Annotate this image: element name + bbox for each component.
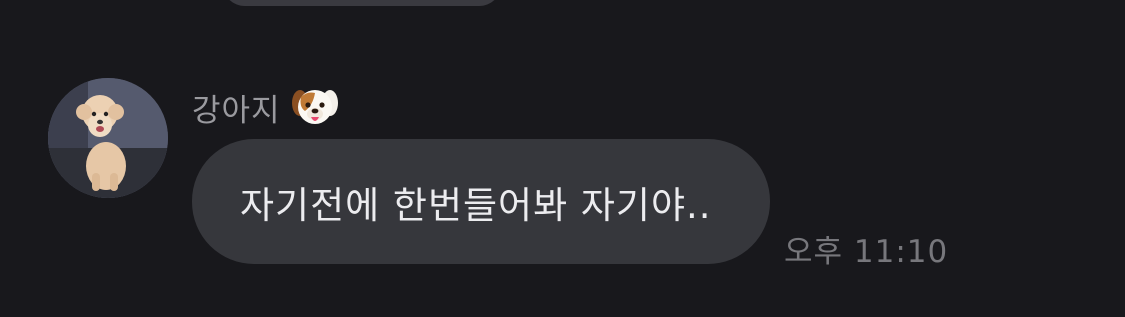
dog-photo-avatar-icon bbox=[48, 78, 168, 198]
sender-name[interactable]: 강아지 bbox=[192, 85, 281, 130]
sender-header: 강아지 bbox=[192, 82, 339, 132]
previous-message-bubble[interactable] bbox=[222, 0, 502, 6]
message-bubble[interactable]: 자기전에 한번들어봐 자기야.. bbox=[192, 139, 770, 264]
chat-screen: 강아지 자기전에 한번들어봐 자기야.. 오후 11:10 bbox=[0, 0, 1125, 317]
dog-face-icon bbox=[291, 90, 338, 124]
message-timestamp: 오후 11:10 bbox=[784, 234, 949, 270]
message-text: 자기전에 한번들어봐 자기야.. bbox=[240, 183, 712, 227]
sender-avatar[interactable] bbox=[48, 78, 168, 198]
